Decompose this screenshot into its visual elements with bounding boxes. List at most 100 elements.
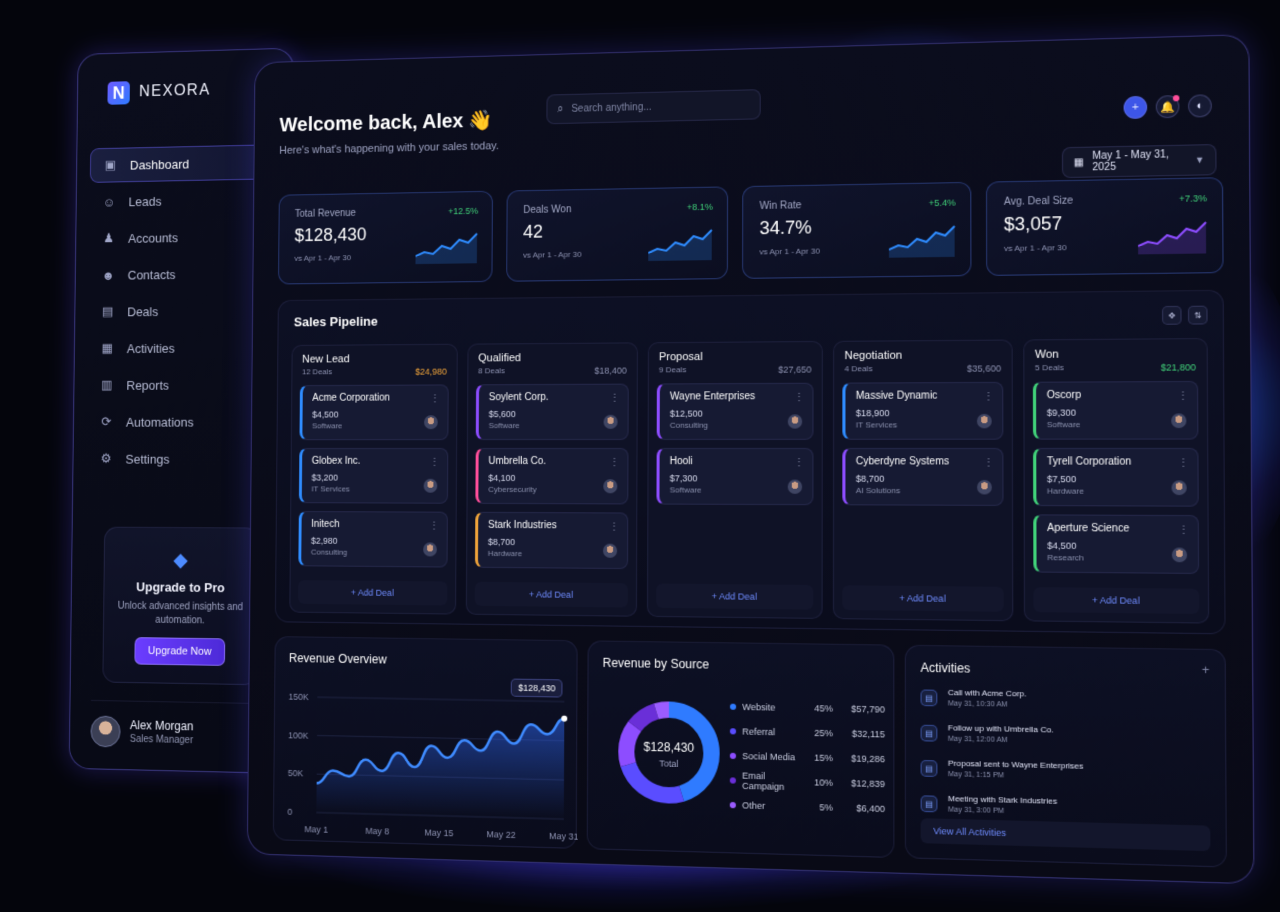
- column-total: $21,800: [1160, 362, 1196, 373]
- search-bar[interactable]: ⌕: [546, 89, 761, 125]
- automations-icon: ⟳: [101, 414, 112, 429]
- sidebar-item-activities[interactable]: ▦ Activities: [88, 329, 278, 365]
- settings-icon: ⚙: [100, 450, 112, 466]
- column-header: Won 5 Deals $21,800: [1033, 347, 1198, 373]
- sidebar-item-label: Automations: [125, 414, 194, 430]
- avatar: [423, 542, 437, 557]
- add-icon[interactable]: +: [1123, 95, 1148, 120]
- more-icon[interactable]: ⋮: [983, 457, 994, 468]
- brand-name: NEXORA: [138, 81, 211, 101]
- deal-name: Stark Industries: [487, 519, 557, 532]
- more-icon[interactable]: ⋮: [609, 521, 619, 532]
- source-legend: Website 45% $57,790 Referral 25% $32,115 Socia…: [729, 694, 885, 821]
- upgrade-title: Upgrade to Pro: [136, 579, 225, 596]
- legend-percent: 5%: [819, 802, 833, 813]
- more-icon[interactable]: ⋮: [430, 457, 440, 468]
- deal-card[interactable]: Umbrella Co. $4,100 Cybersecurity ⋮: [475, 447, 629, 505]
- deal-card[interactable]: Wayne Enterprises $12,500 Consulting ⋮: [656, 382, 814, 440]
- avatar: [90, 715, 121, 747]
- more-icon[interactable]: ⋮: [609, 457, 619, 468]
- more-icon[interactable]: ⋮: [983, 391, 994, 402]
- legend-dot: [729, 728, 737, 735]
- legend-name: Social Media: [742, 750, 796, 763]
- accounts-icon: ♟: [103, 230, 115, 246]
- sparkline: [889, 220, 956, 258]
- sidebar-item-settings[interactable]: ⚙ Settings: [86, 441, 276, 476]
- add-deal-button[interactable]: + Add Deal: [298, 580, 448, 606]
- add-activity-icon[interactable]: +: [1202, 663, 1210, 678]
- deal-amount: $9,300: [1046, 407, 1077, 418]
- kpi-card: Avg. Deal Size $3,057 vs Apr 1 - Apr 30 +7.…: [985, 177, 1224, 276]
- kpi-change: +8.1%: [686, 201, 713, 213]
- more-icon[interactable]: ⋮: [794, 392, 804, 403]
- deal-card[interactable]: Hooli $7,300 Software ⋮: [656, 447, 814, 506]
- sparkline-area: [415, 233, 478, 265]
- help-icon[interactable]: ◐: [1188, 94, 1212, 118]
- add-deal-button[interactable]: + Add Deal: [1033, 587, 1200, 614]
- more-icon[interactable]: ⋮: [1178, 457, 1189, 469]
- sidebar-item-reports[interactable]: ▥ Reports: [87, 367, 277, 403]
- activity-item[interactable]: ▤ Call with Acme Corp. May 31, 10:30 AM: [920, 687, 1212, 728]
- kpi-label: Avg. Deal Size: [1003, 195, 1074, 208]
- sidebar-item-automations[interactable]: ⟳ Automations: [87, 404, 277, 439]
- deal-name: Oscorp: [1046, 389, 1082, 402]
- kpi-change: +7.3%: [1179, 193, 1207, 204]
- activity-title: Proposal sent to Wayne Enterprises: [947, 758, 1084, 771]
- more-icon[interactable]: ⋮: [430, 393, 440, 404]
- sidebar-item-deals[interactable]: ▤ Deals: [88, 292, 278, 329]
- more-icon[interactable]: ⋮: [1178, 524, 1189, 536]
- deal-card[interactable]: Globex Inc. $3,200 IT Services ⋮: [298, 448, 449, 504]
- expand-icon[interactable]: ✥: [1162, 305, 1182, 325]
- sidebar-item-label: Activities: [126, 340, 175, 356]
- sidebar-item-contacts[interactable]: ☻ Contacts: [89, 255, 279, 292]
- deal-card[interactable]: Oscorp $9,300 Software ⋮: [1032, 380, 1199, 440]
- column-total: $18,400: [594, 365, 627, 376]
- deal-card[interactable]: Tyrell Corporation $7,500 Hardware ⋮: [1033, 447, 1199, 507]
- activity-list: ▤ Call with Acme Corp. May 31, 10:30 AM ▤ Fo…: [920, 687, 1213, 836]
- deal-card[interactable]: Soylent Corp. $5,600 Software ⋮: [475, 383, 629, 441]
- sidebar-item-label: Leads: [128, 193, 162, 209]
- deal-card[interactable]: Aperture Science $4,500 Research ⋮: [1033, 514, 1200, 574]
- activity-text: Call with Acme Corp. May 31, 10:30 AM: [948, 688, 1027, 725]
- add-deal-button[interactable]: + Add Deal: [474, 581, 628, 608]
- column-header: Qualified 8 Deals $18,400: [476, 351, 629, 376]
- column-name: Proposal: [658, 350, 703, 364]
- sidebar-item-leads[interactable]: ☺ Leads: [89, 181, 279, 219]
- deal-category: AI Solutions: [855, 485, 901, 496]
- activity-title: Meeting with Stark Industries: [947, 793, 1058, 806]
- sidebar-item-accounts[interactable]: ♟ Accounts: [89, 218, 279, 256]
- user-role: Sales Manager: [129, 733, 194, 747]
- search-input[interactable]: [571, 99, 742, 115]
- add-deal-button[interactable]: + Add Deal: [842, 585, 1004, 612]
- add-deal-button[interactable]: + Add Deal: [656, 583, 814, 610]
- more-icon[interactable]: ⋮: [429, 521, 439, 532]
- more-icon[interactable]: ⋮: [1178, 390, 1189, 402]
- sidebar-item-dashboard[interactable]: ▣ Dashboard: [89, 144, 280, 183]
- avatar: [976, 413, 992, 429]
- filter-icon[interactable]: ⇅: [1187, 305, 1208, 325]
- more-icon[interactable]: ⋮: [610, 393, 620, 404]
- chevron-down-icon: ▼: [1194, 154, 1205, 166]
- revenue-source-card: Revenue by Source $128,430 Total Website…: [586, 640, 895, 859]
- deal-amount: $7,300: [669, 473, 698, 484]
- y-tick-label: 100K: [288, 730, 308, 741]
- column-header: New Lead 12 Deals $24,980: [300, 353, 449, 378]
- deal-category: Consulting: [310, 547, 348, 557]
- legend-percent: 45%: [814, 703, 833, 714]
- activity-icon: ▤: [920, 724, 938, 742]
- deal-card[interactable]: Massive Dynamic $18,900 IT Services ⋮: [842, 381, 1004, 440]
- deal-category: Software: [488, 421, 520, 431]
- deal-card[interactable]: Initech $2,980 Consulting ⋮: [298, 511, 448, 568]
- user-profile[interactable]: Alex Morgan Sales Manager ⋮: [90, 699, 271, 755]
- legend-name: Website: [742, 701, 776, 713]
- legend-percent: 15%: [814, 752, 833, 764]
- deal-card[interactable]: Acme Corporation $4,500 Software ⋮: [299, 384, 449, 441]
- upgrade-button[interactable]: Upgrade Now: [134, 637, 226, 666]
- legend-amount: $19,286: [851, 753, 885, 765]
- date-range-picker[interactable]: ▦ May 1 - May 31, 2025 ▼: [1061, 143, 1217, 179]
- more-icon[interactable]: ⋮: [794, 457, 804, 468]
- avatar: [1171, 413, 1187, 429]
- deal-card[interactable]: Stark Industries $8,700 Hardware ⋮: [474, 511, 629, 570]
- deal-card[interactable]: Cyberdyne Systems $8,700 AI Solutions ⋮: [842, 447, 1004, 506]
- bell-icon[interactable]: 🔔: [1155, 95, 1180, 119]
